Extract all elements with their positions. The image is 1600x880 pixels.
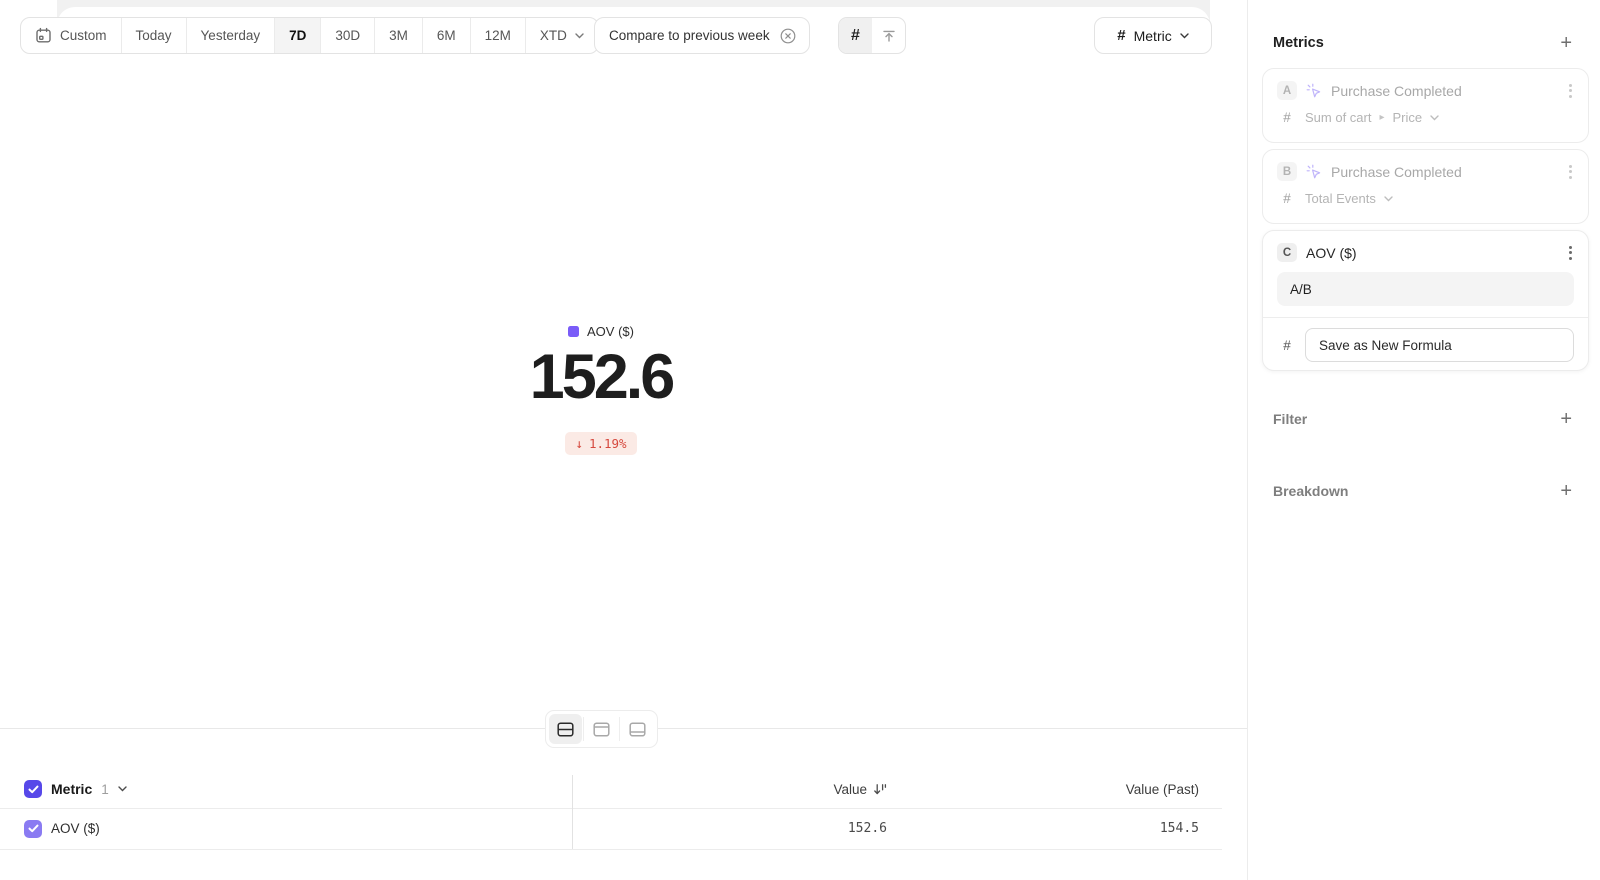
table-divider bbox=[0, 849, 1222, 850]
date-range-30d[interactable]: 30D bbox=[321, 18, 375, 53]
date-range-yesterday[interactable]: Yesterday bbox=[187, 18, 276, 53]
value-past-column-header[interactable]: Value (Past) bbox=[1126, 782, 1199, 797]
compare-pill[interactable]: Compare to previous week bbox=[594, 17, 810, 54]
value-column-header[interactable]: Value bbox=[833, 782, 867, 797]
metric-badge: B bbox=[1277, 162, 1297, 181]
filter-title: Filter bbox=[1273, 411, 1307, 427]
date-range-7d[interactable]: 7D bbox=[275, 18, 321, 53]
event-icon bbox=[1306, 164, 1322, 180]
table-row[interactable]: AOV ($) 152.6 154.5 bbox=[0, 808, 1222, 849]
toggle-separator bbox=[619, 717, 620, 741]
big-number-row: 152.6 bbox=[0, 344, 1202, 410]
chevron-down-icon bbox=[1430, 115, 1439, 121]
formula-metric-name[interactable]: AOV ($) bbox=[1306, 245, 1357, 261]
metric-value: 152.6 bbox=[530, 344, 673, 410]
date-range-12m[interactable]: 12M bbox=[471, 18, 526, 53]
select-all-checkbox[interactable] bbox=[24, 780, 42, 798]
value-display-toggle: # bbox=[838, 17, 906, 54]
table-view-button[interactable] bbox=[621, 714, 654, 744]
row-value-past: 154.5 bbox=[1160, 821, 1199, 836]
date-range-custom[interactable]: Custom bbox=[21, 18, 122, 53]
absolute-number-toggle[interactable]: # bbox=[839, 18, 872, 53]
formula-text: A/B bbox=[1290, 282, 1312, 297]
number-aggregation-icon: # bbox=[1277, 338, 1297, 353]
metric-card-c[interactable]: C AOV ($) A/B # Save as New Formula bbox=[1262, 230, 1589, 371]
date-range-xtd[interactable]: XTD bbox=[526, 18, 598, 53]
arrow-up-to-line-icon bbox=[881, 28, 897, 44]
chart-view-button[interactable] bbox=[585, 714, 618, 744]
number-aggregation-icon: # bbox=[1277, 110, 1297, 125]
chevron-down-icon[interactable] bbox=[118, 786, 127, 792]
card-menu-icon[interactable] bbox=[1567, 82, 1574, 100]
split-view-button[interactable] bbox=[549, 714, 582, 744]
breakdown-title: Breakdown bbox=[1273, 483, 1348, 499]
metric-card-a[interactable]: A Purchase Completed # Sum of cart ▸ Pri… bbox=[1262, 68, 1589, 143]
query-builder-sidebar: Metrics + A Purchase Completed # Sum of … bbox=[1247, 0, 1600, 880]
calendar-icon bbox=[35, 27, 52, 44]
event-icon bbox=[1306, 83, 1322, 99]
add-breakdown-button[interactable]: + bbox=[1560, 481, 1572, 501]
compare-pill-label: Compare to previous week bbox=[609, 28, 770, 43]
metrics-section-header: Metrics + bbox=[1273, 32, 1572, 54]
date-range-6m[interactable]: 6M bbox=[423, 18, 471, 53]
delta-value: 1.19% bbox=[589, 436, 627, 451]
card-menu-icon[interactable] bbox=[1567, 163, 1574, 181]
remove-compare-icon[interactable] bbox=[779, 27, 797, 45]
aggregation-label[interactable]: Total Events bbox=[1305, 191, 1376, 206]
metric-button-label: Metric bbox=[1134, 28, 1172, 44]
add-metric-button[interactable]: + bbox=[1560, 33, 1572, 53]
metric-column-header: Metric bbox=[51, 781, 92, 797]
metric-event-name[interactable]: Purchase Completed bbox=[1331, 83, 1462, 99]
column-divider bbox=[572, 775, 573, 849]
row-checkbox[interactable] bbox=[24, 820, 42, 838]
results-table: Metric 1 Value Value (Past) bbox=[0, 770, 1222, 850]
metric-count: 1 bbox=[101, 782, 109, 797]
legend-swatch bbox=[568, 326, 579, 337]
breakdown-section-header: Breakdown + bbox=[1273, 480, 1572, 502]
number-aggregation-icon: # bbox=[1277, 191, 1297, 206]
save-as-new-formula-button[interactable]: Save as New Formula bbox=[1305, 328, 1574, 362]
toggle-separator bbox=[583, 717, 584, 741]
sort-descending-icon[interactable] bbox=[873, 783, 887, 796]
date-range-label: Custom bbox=[60, 28, 107, 43]
arrow-down-icon: ↓ bbox=[575, 436, 583, 451]
lift-arrow-toggle[interactable] bbox=[872, 18, 905, 53]
formula-input[interactable]: A/B bbox=[1277, 272, 1574, 306]
delta-badge: ↓ 1.19% bbox=[565, 432, 636, 455]
chevron-down-icon bbox=[1384, 196, 1393, 202]
chevron-down-icon bbox=[1180, 33, 1189, 39]
card-menu-icon[interactable] bbox=[1567, 244, 1574, 262]
filter-section-header: Filter + bbox=[1273, 408, 1572, 430]
aggregation-property[interactable]: Price bbox=[1393, 110, 1423, 125]
aggregation-label[interactable]: Sum of cart bbox=[1305, 110, 1371, 125]
hash-icon: # bbox=[1117, 27, 1125, 44]
row-metric-label: AOV ($) bbox=[51, 821, 100, 836]
row-value: 152.6 bbox=[848, 821, 887, 836]
date-range-today[interactable]: Today bbox=[122, 18, 187, 53]
table-header-row: Metric 1 Value Value (Past) bbox=[0, 770, 1222, 808]
property-arrow-icon: ▸ bbox=[1379, 112, 1384, 123]
metric-card-b[interactable]: B Purchase Completed # Total Events bbox=[1262, 149, 1589, 224]
chart-legend: AOV ($) bbox=[0, 324, 1202, 339]
metric-badge: C bbox=[1277, 243, 1297, 262]
add-filter-button[interactable]: + bbox=[1560, 409, 1572, 429]
panel-layout-toggle bbox=[545, 710, 658, 748]
metric-event-name[interactable]: Purchase Completed bbox=[1331, 164, 1462, 180]
chevron-down-icon bbox=[575, 33, 584, 39]
metric-badge: A bbox=[1277, 81, 1297, 100]
hash-icon: # bbox=[851, 27, 860, 45]
report-toolbar: Custom Today Yesterday 7D 30D 3M 6M 12M … bbox=[0, 0, 1247, 60]
metrics-title: Metrics bbox=[1273, 35, 1324, 51]
metric-type-button[interactable]: # Metric bbox=[1094, 17, 1212, 54]
date-range-control: Custom Today Yesterday 7D 30D 3M 6M 12M … bbox=[20, 17, 599, 54]
view-toggle-wrap bbox=[0, 710, 1202, 748]
card-divider bbox=[1263, 317, 1588, 318]
legend-label: AOV ($) bbox=[587, 324, 634, 339]
delta-row: ↓ 1.19% bbox=[0, 432, 1202, 455]
date-range-3m[interactable]: 3M bbox=[375, 18, 423, 53]
